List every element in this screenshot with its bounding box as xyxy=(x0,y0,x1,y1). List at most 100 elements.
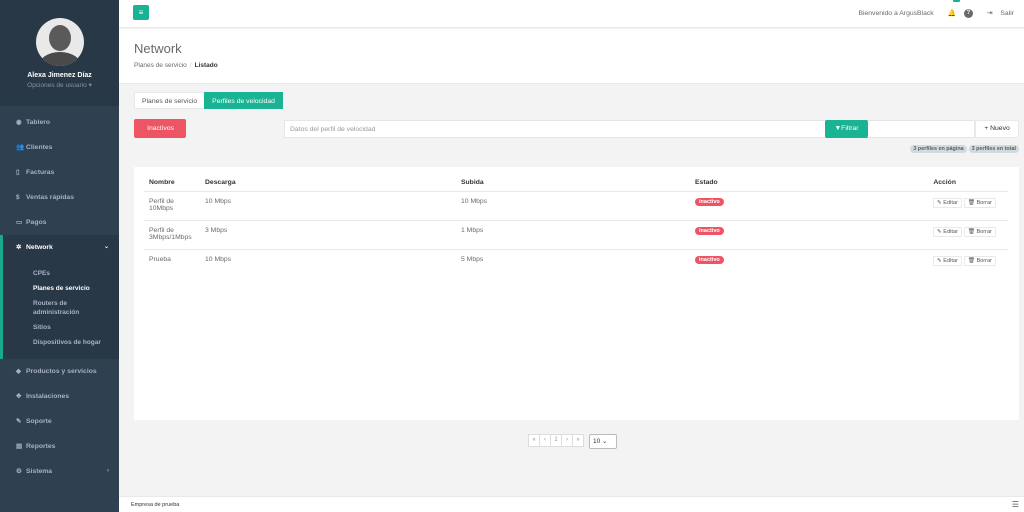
cell-name: Prueba xyxy=(149,255,171,263)
cell-upload: 1 Mbps xyxy=(456,220,690,250)
sidebar-nav: ◉ Tablero 👥 Clientes ▯ Facturas $ Ventas ráp… xyxy=(0,110,119,484)
help-icon[interactable]: ? xyxy=(963,8,973,18)
page-size-select[interactable]: 10 ⌄ xyxy=(588,434,617,449)
cell-download: 3 Mbps xyxy=(200,220,456,250)
cell-upload: 10 Mbps xyxy=(456,191,690,221)
page-title: Network xyxy=(134,41,182,56)
money-icon: ▭ xyxy=(16,219,23,226)
filter-button[interactable]: ▼Filtrar xyxy=(825,120,868,138)
col-subida: Subida xyxy=(456,175,690,192)
sign-out-icon: ⇥ xyxy=(986,10,993,17)
plus-icon: + xyxy=(984,125,989,132)
menu-toggle-button[interactable]: ≡ xyxy=(133,5,149,20)
status-badge: inactivo xyxy=(695,255,724,264)
sidebar-item-productos[interactable]: ◆ Productos y servicios xyxy=(0,359,119,384)
col-estado: Estado xyxy=(690,175,926,192)
sidebar-subitem-cpes[interactable]: CPEs xyxy=(3,269,119,278)
trash-icon: 🗑 xyxy=(967,199,975,206)
wrench-icon: ✥ xyxy=(16,393,22,400)
inactivos-toggle-button[interactable]: Inactivos xyxy=(134,119,186,138)
profile-name: Alexa Jimenez Díaz xyxy=(27,72,92,79)
dollar-icon: $ xyxy=(16,194,20,201)
search-input[interactable] xyxy=(284,120,975,138)
table-row: Perfil de 10Mbps 10 Mbps 10 Mbps inactiv… xyxy=(144,191,1008,221)
sidebar-item-instalaciones[interactable]: ✥ Instalaciones xyxy=(0,384,119,409)
settings-icon: ⚙ xyxy=(16,468,22,475)
avatar[interactable] xyxy=(35,18,84,66)
edit-button[interactable]: ✎ Editar xyxy=(933,255,962,266)
sidebar-item-soporte[interactable]: ✎ Soporte xyxy=(0,409,119,434)
logout-link[interactable]: ⇥ Salir xyxy=(981,10,1014,17)
profile-section: Alexa Jimenez Díaz Opciones de usuario ▾ xyxy=(0,0,119,106)
edit-icon: ✎ xyxy=(937,257,942,264)
sidebar-subitem-routers[interactable]: Routers de administración xyxy=(3,299,93,317)
col-accion: Acción xyxy=(926,175,1008,192)
sidebar-item-ventas[interactable]: $ Ventas rápidas xyxy=(0,185,119,210)
new-button[interactable]: + Nuevo xyxy=(975,120,1019,138)
table-row: Perfil de 3Mbps/1Mbps 3 Mbps 1 Mbps inac… xyxy=(144,220,1008,250)
top-right-area: Bienvenido a ArgusBlack 🔔1 ? ⇥ Salir xyxy=(852,0,1014,28)
network-submenu: CPEs Planes de servicio Routers de admin… xyxy=(0,260,119,359)
edit-button[interactable]: ✎ Editar xyxy=(933,197,962,208)
table-header-row: Nombre Descarga Subida Estado Acción xyxy=(144,175,1008,192)
col-nombre: Nombre xyxy=(144,175,200,192)
notifications-button[interactable]: 🔔1 xyxy=(942,0,961,28)
pagination: «‹ 1 ›» 10 ⌄ xyxy=(528,434,617,449)
status-badge: inactivo xyxy=(695,226,724,235)
file-icon: ▯ xyxy=(16,169,20,176)
delete-button[interactable]: 🗑 Borrar xyxy=(963,226,996,237)
hamburger-icon: ≡ xyxy=(138,8,144,17)
chevron-down-icon: ⌄ xyxy=(103,244,109,250)
trash-icon: 🗑 xyxy=(967,228,975,235)
cell-upload: 5 Mbps xyxy=(461,255,484,263)
report-icon: ▤ xyxy=(16,443,23,450)
sidebar: Alexa Jimenez Díaz Opciones de usuario ▾… xyxy=(0,0,119,512)
speed-profiles-table: Nombre Descarga Subida Estado Acción Per… xyxy=(144,175,1008,278)
sidebar-item-facturas[interactable]: ▯ Facturas xyxy=(0,160,119,185)
trash-icon: 🗑 xyxy=(967,257,975,264)
sidebar-item-pagos[interactable]: ▭ Pagos xyxy=(0,210,119,235)
sidebar-item-tablero[interactable]: ◉ Tablero xyxy=(0,110,119,135)
page-heading: Network Planes de servicio / Listado xyxy=(119,29,1024,84)
sidebar-item-network[interactable]: ✲ Network ⌄ xyxy=(0,235,119,260)
status-badge: inactivo xyxy=(695,197,724,206)
total-count-badge: 3 perfiles en total xyxy=(968,145,1019,153)
notification-count-badge: 1 xyxy=(953,0,961,2)
network-icon: ✲ xyxy=(16,244,22,251)
chevron-left-icon: ‹ xyxy=(107,468,109,474)
dashboard-icon: ◉ xyxy=(16,119,22,126)
breadcrumb-current: Listado xyxy=(194,62,218,69)
edit-button[interactable]: ✎ Editar xyxy=(933,226,962,237)
bell-icon: 🔔 xyxy=(947,10,957,17)
edit-icon: ✎ xyxy=(937,199,942,206)
edit-icon: ✎ xyxy=(937,228,942,235)
top-navbar: ≡ Bienvenido a ArgusBlack 🔔1 ? ⇥ Salir xyxy=(119,0,1024,28)
table-card: Nombre Descarga Subida Estado Acción Per… xyxy=(134,167,1019,420)
tab-planes-servicio[interactable]: Planes de servicio xyxy=(134,92,206,109)
col-descarga: Descarga xyxy=(200,175,456,192)
user-options-dropdown[interactable]: Opciones de usuario ▾ xyxy=(0,81,119,89)
users-icon: 👥 xyxy=(16,144,25,151)
sidebar-item-sistema[interactable]: ⚙ Sistema ‹ xyxy=(0,459,119,484)
footer-company: Empresa de prueba xyxy=(131,502,180,508)
footer: Empresa de prueba ☰ xyxy=(119,496,1024,512)
sidebar-subitem-sitios[interactable]: Sitios xyxy=(3,323,119,332)
delete-button[interactable]: 🗑 Borrar xyxy=(963,255,996,266)
breadcrumb-link-planes[interactable]: Planes de servicio xyxy=(134,62,187,69)
page-last-button[interactable]: » xyxy=(572,434,584,447)
cell-name: Perfil de 10Mbps xyxy=(144,191,200,221)
sliders-icon[interactable]: ☰ xyxy=(1012,497,1019,512)
sidebar-subitem-planes[interactable]: Planes de servicio xyxy=(3,284,119,293)
tab-bar: Planes de servicio Perfiles de velocidad xyxy=(134,92,283,109)
sidebar-item-clientes[interactable]: 👥 Clientes xyxy=(0,135,119,160)
cell-name: Perfil de 3Mbps/1Mbps xyxy=(144,220,200,250)
sidebar-item-reportes[interactable]: ▤ Reportes xyxy=(0,434,119,459)
welcome-text: Bienvenido a ArgusBlack xyxy=(858,10,934,17)
delete-button[interactable]: 🗑 Borrar xyxy=(963,197,996,208)
table-row: Prueba 10 Mbps 5 Mbps inactivo ✎ Editar … xyxy=(144,249,1008,278)
support-icon: ✎ xyxy=(16,418,22,425)
per-page-count-badge: 3 perfiles en página xyxy=(910,145,967,153)
cell-download: 10 Mbps xyxy=(200,191,456,221)
tab-perfiles-velocidad[interactable]: Perfiles de velocidad xyxy=(204,92,283,109)
sidebar-subitem-dispositivos[interactable]: Dispositivos de hogar xyxy=(3,338,119,347)
